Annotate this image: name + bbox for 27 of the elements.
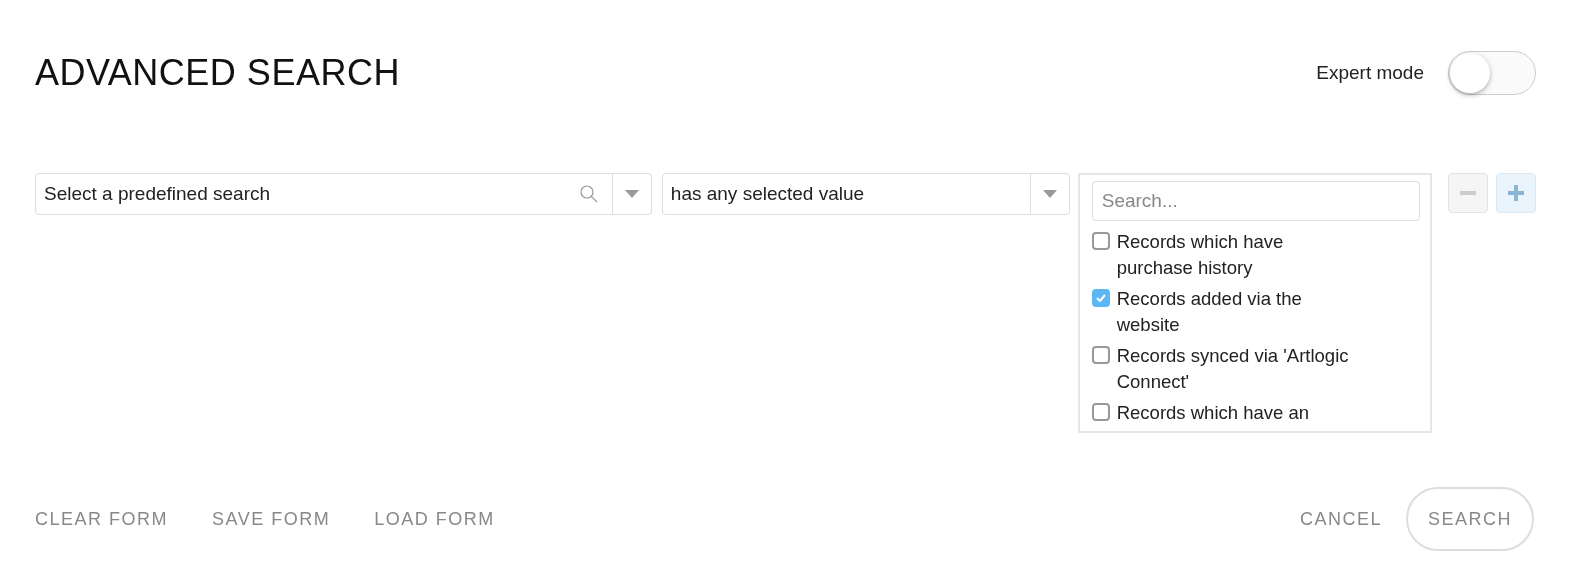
add-row-button[interactable] — [1496, 173, 1536, 213]
plus-icon — [1508, 185, 1524, 201]
checkbox[interactable] — [1091, 403, 1110, 421]
checkbox[interactable] — [1091, 232, 1110, 250]
form-link[interactable]: LOAD FORM — [374, 508, 495, 530]
minus-icon — [1460, 191, 1476, 195]
search-field[interactable]: Search... — [1091, 181, 1420, 221]
option-label: Records which have purchase history — [1116, 230, 1285, 280]
page-title: ADVANCED SEARCH — [35, 52, 400, 94]
expert-mode-toggle[interactable] — [1448, 51, 1536, 95]
checkbox[interactable] — [1091, 346, 1110, 364]
option-label: Records synced via 'Artlogic Connect' — [1116, 344, 1350, 394]
form-link[interactable]: SAVE FORM — [212, 508, 331, 530]
form-link[interactable]: CLEAR FORM — [35, 508, 168, 530]
operator-select[interactable]: has any selected value — [661, 173, 1070, 215]
checkmark-icon — [1095, 294, 1106, 302]
predefined-search-select[interactable]: Select a predefined search — [35, 173, 652, 215]
option-label: Records which have an — [1116, 401, 1310, 425]
caret-icon — [624, 190, 639, 198]
search-button[interactable]: SEARCH — [1406, 487, 1534, 551]
caret-icon — [1042, 190, 1057, 198]
option-label: Records added via the website — [1116, 287, 1303, 337]
checkbox[interactable] — [1091, 289, 1110, 307]
predefined-search-field[interactable]: Select a predefined search — [36, 174, 580, 214]
search-icon — [579, 185, 598, 203]
toggle-label: Expert mode — [1316, 62, 1424, 84]
cancel-link[interactable]: CANCEL — [1299, 508, 1382, 530]
